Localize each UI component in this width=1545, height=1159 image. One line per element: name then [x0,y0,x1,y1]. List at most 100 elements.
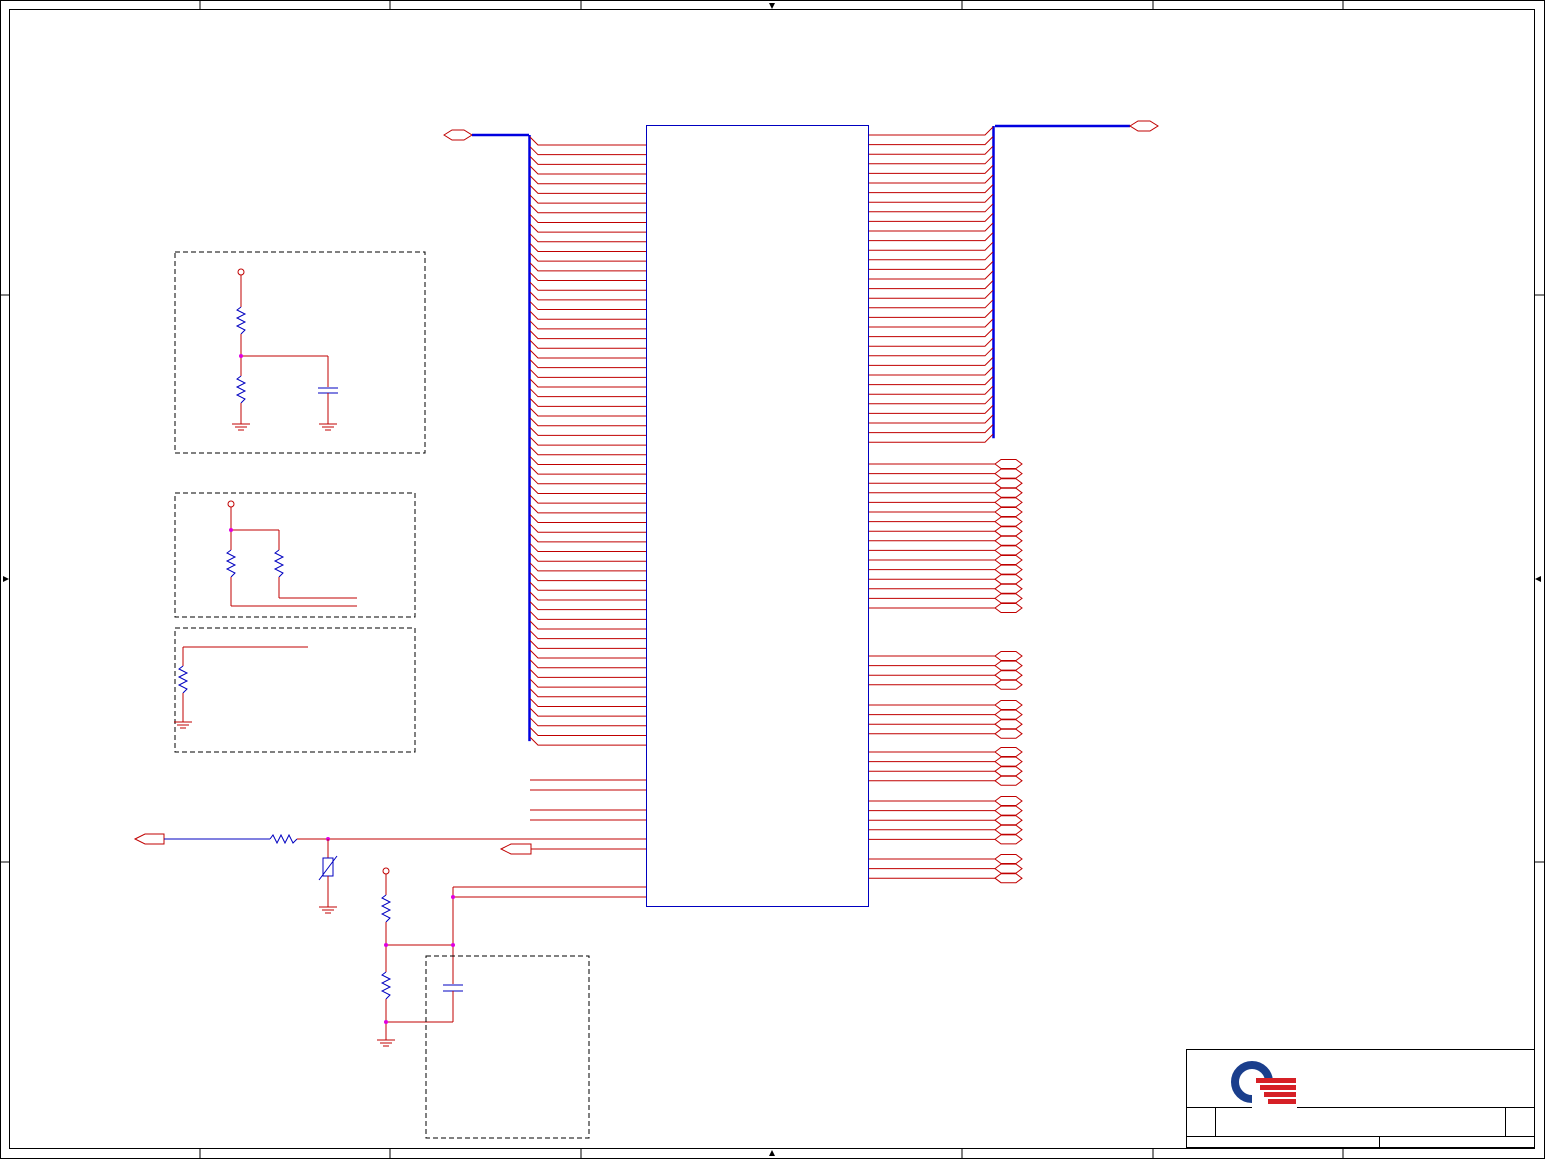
off-page-connector-icon[interactable] [994,583,1023,594]
input-filter-circuit [133,833,646,914]
capacitor-icon[interactable] [443,984,463,992]
bus-signal-wire [869,433,994,443]
power-pin-icon [237,268,245,276]
off-page-connector-icon[interactable] [994,497,1023,508]
bus-signal-wire [869,241,994,251]
junction-dot [451,895,455,899]
off-page-connector-icon[interactable] [994,478,1023,489]
off-page-connector-icon[interactable] [994,824,1023,835]
bus-signal-wire [869,309,994,318]
off-page-connector-icon[interactable] [994,863,1023,874]
bus-signal-wire [529,262,646,272]
ic-input-connector[interactable] [499,843,646,855]
bus-signal-wire [869,184,994,194]
off-page-connector-icon[interactable] [994,574,1023,585]
off-page-connector-icon[interactable] [994,756,1023,767]
left-bus-connector[interactable] [443,129,473,141]
bus-signal-wire [869,376,994,386]
left-single-signals [530,779,646,821]
right-bus-connector[interactable] [1129,120,1159,132]
off-page-connector-icon[interactable] [994,854,1023,864]
off-page-connector-icon[interactable] [994,709,1023,720]
schematic-sheet [0,0,1545,1159]
bus-signal-wire [529,533,646,543]
bus-signal-wire [869,328,994,338]
bus-signal-wire [869,136,994,146]
bus-signal-wire [529,301,646,311]
off-page-connector-icon[interactable] [994,660,1023,671]
off-page-connector-icon[interactable] [994,468,1023,479]
off-page-connector-icon[interactable] [994,747,1023,757]
bus-signal-wire [529,175,646,185]
capacitor-icon[interactable] [318,387,338,394]
off-page-connector-icon[interactable] [994,593,1023,604]
bus-signal-wire [529,320,646,330]
off-page-connector-icon[interactable] [994,805,1023,816]
resistor-icon[interactable] [380,894,392,923]
bus-signal-wire [529,194,646,204]
off-page-connector-icon[interactable] [994,507,1023,517]
off-page-connector-icon[interactable] [994,651,1023,661]
bus-signal-wire [529,388,646,398]
resistor-icon[interactable] [177,665,189,694]
bus-signal-wire [529,610,646,620]
bus-signal-wire [529,252,646,262]
off-page-connector-icon[interactable] [994,815,1023,826]
bus-signal-wire [869,251,994,261]
ground-icon [319,906,337,914]
bus-signal-wire [529,707,646,717]
bus-signal-wire [529,465,646,475]
off-page-connector-icon[interactable] [994,700,1023,710]
off-page-connector-icon[interactable] [994,719,1023,730]
off-page-connector-icon[interactable] [994,555,1023,565]
bus-signal-wire [529,572,646,582]
off-page-connector-icon[interactable] [994,545,1023,556]
off-page-connector-icon[interactable] [994,516,1023,527]
resistor-icon[interactable] [235,375,247,404]
off-page-connector-icon[interactable] [994,535,1023,546]
bus-signal-wire [529,456,646,465]
resistor-icon[interactable] [235,306,247,335]
off-page-connector-icon[interactable] [994,796,1023,806]
bus-signal-wire [529,504,646,514]
resistor-icon[interactable] [380,971,392,1000]
resistor-icon[interactable] [273,549,285,578]
off-page-connector-icon[interactable] [994,670,1023,681]
bus-signal-wire [869,145,994,155]
off-page-connector-icon[interactable] [994,459,1023,469]
bus-signal-wire [869,289,994,299]
bus-signal-wire [529,562,646,572]
off-page-connector-icon[interactable] [994,526,1023,537]
bus-signal-wire [529,485,646,494]
junction-dot [451,943,455,947]
bus-signal-wire [529,136,646,146]
reset-rc-circuit [377,867,646,1047]
bus-signal-wire [869,366,994,376]
off-page-connector-icon[interactable] [994,775,1023,786]
bus-signal-wire [529,543,646,553]
bus-signal-wire [529,427,646,436]
bus-signal-wire [529,165,646,175]
off-page-connector-icon[interactable] [994,766,1023,777]
junction-dot [229,528,233,532]
main-ic-symbol[interactable] [646,125,869,907]
bus-signal-wire [869,203,994,213]
off-page-connector-icon[interactable] [994,728,1023,739]
off-page-connector-icon[interactable] [994,487,1023,498]
off-page-connector-icon[interactable] [994,564,1023,575]
resistor-icon[interactable] [225,549,237,578]
pulldown-resistor-circuit [174,646,308,729]
resistor-icon[interactable] [269,833,298,845]
bus-signal-wire [529,736,646,746]
bus-signal-wire [529,591,646,601]
off-page-connector-icon[interactable] [994,603,1023,613]
off-page-connector-icon[interactable] [994,679,1023,690]
off-page-connector-icon[interactable] [994,873,1023,884]
bus-signal-wire [529,233,646,243]
bus-signal-wire [529,291,646,301]
input-connector[interactable] [133,833,165,845]
bus-signal-wire [529,552,646,562]
bus-signal-wire [529,407,646,417]
bottom-dashed-box [425,955,590,1139]
off-page-connector-icon[interactable] [994,834,1023,845]
